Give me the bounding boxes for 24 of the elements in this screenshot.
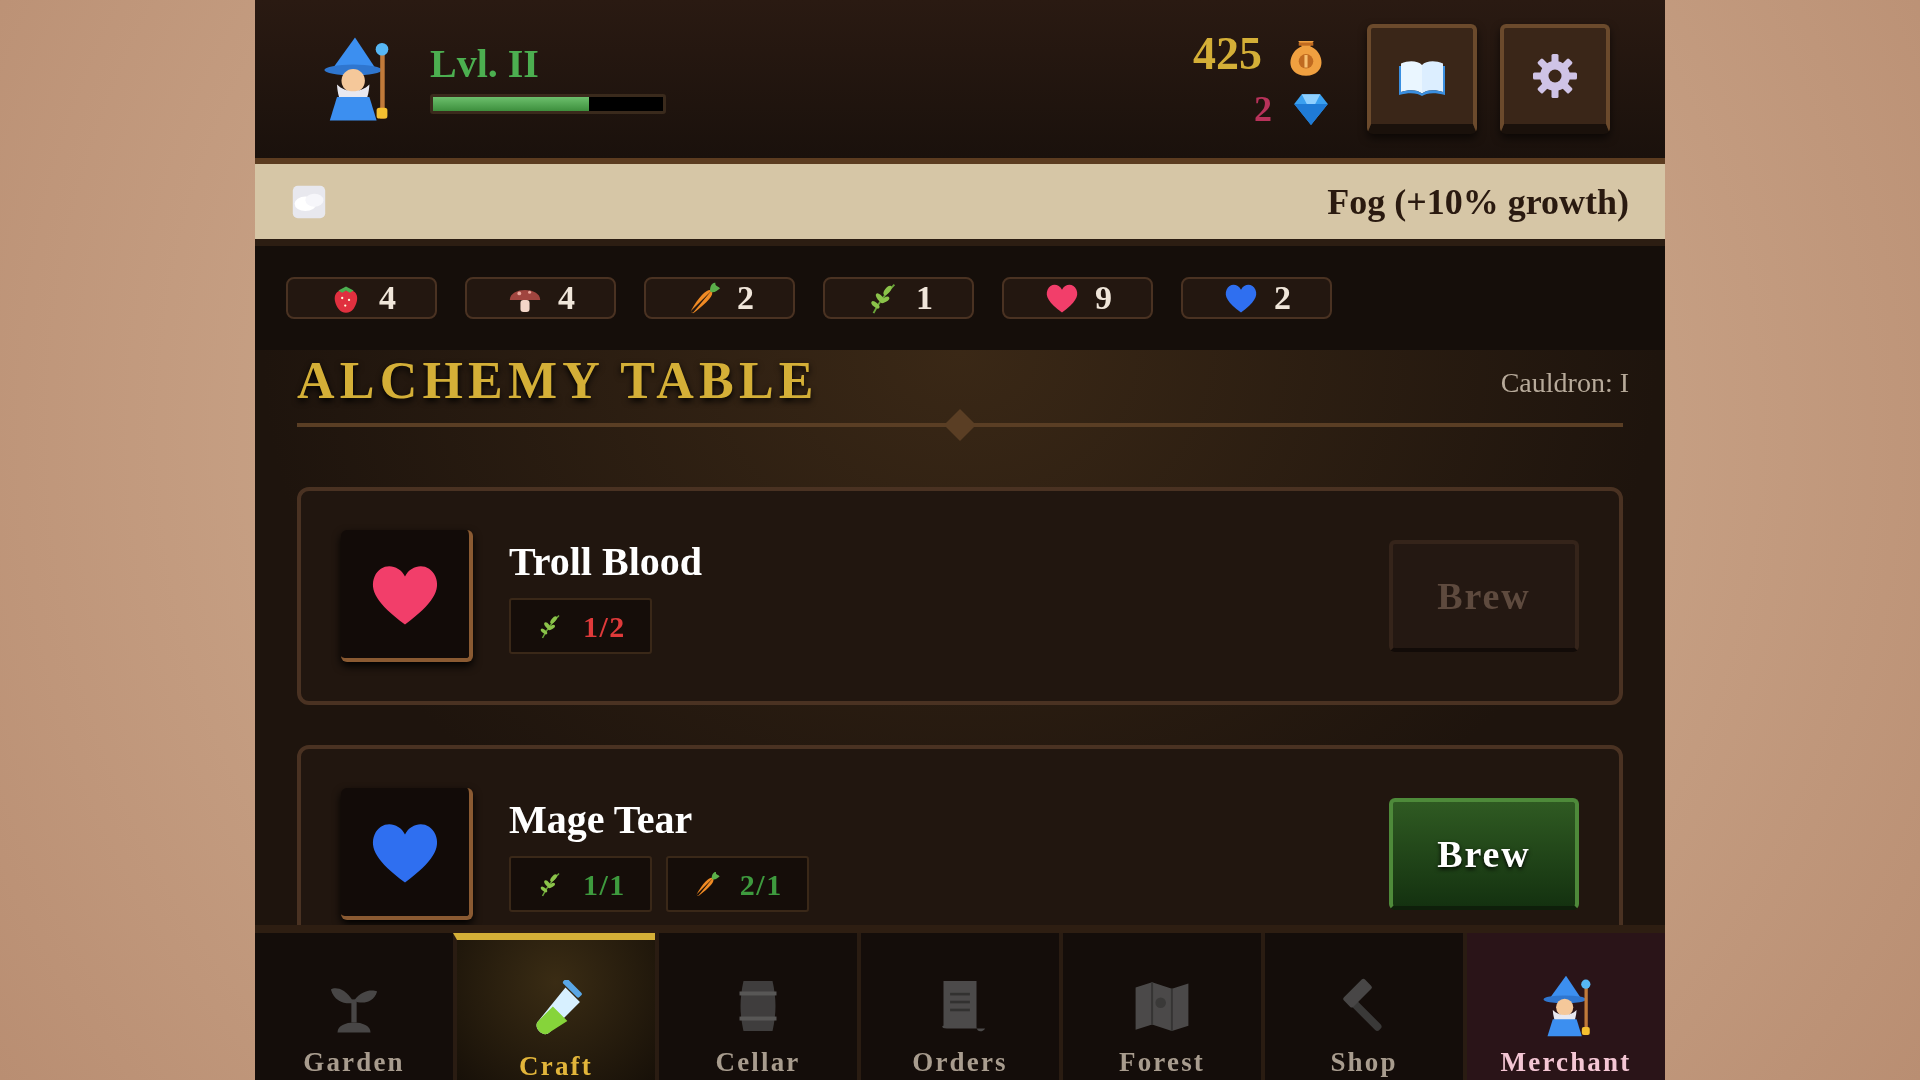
ingredient-amount: 1/2 xyxy=(583,608,626,645)
resource-count: 2 xyxy=(737,281,754,315)
fog-icon xyxy=(291,183,327,220)
nav-tab[interactable]: Merchant xyxy=(1463,933,1665,1080)
cauldron-level: Cauldron: I xyxy=(1500,366,1629,400)
nav-tab[interactable]: Craft xyxy=(453,933,655,1080)
resource-count: 1 xyxy=(916,281,933,315)
recipe-name: Mage Tear xyxy=(509,796,694,845)
resource-count: 4 xyxy=(379,281,396,315)
recipe-name: Troll Blood xyxy=(509,538,703,587)
ingredient-amount: 1/1 xyxy=(583,866,626,903)
resource-count: 4 xyxy=(558,281,575,315)
gem-amount: 2 xyxy=(1254,91,1272,127)
weather-text: Fog (+10% growth) xyxy=(1327,180,1629,224)
resource-count: 9 xyxy=(1095,281,1112,315)
coin-amount: 425 xyxy=(1193,31,1262,77)
settings-button[interactable] xyxy=(1500,24,1610,134)
ingredient-amount: 2/1 xyxy=(739,866,783,903)
level-label: Lvl. II xyxy=(430,44,540,84)
settings-icon xyxy=(1530,51,1580,101)
resource-count: 2 xyxy=(1274,281,1291,315)
section-title: ALCHEMY TABLE xyxy=(297,352,819,410)
brew-button[interactable]: Brew xyxy=(1389,798,1579,911)
book-button[interactable] xyxy=(1367,24,1477,134)
